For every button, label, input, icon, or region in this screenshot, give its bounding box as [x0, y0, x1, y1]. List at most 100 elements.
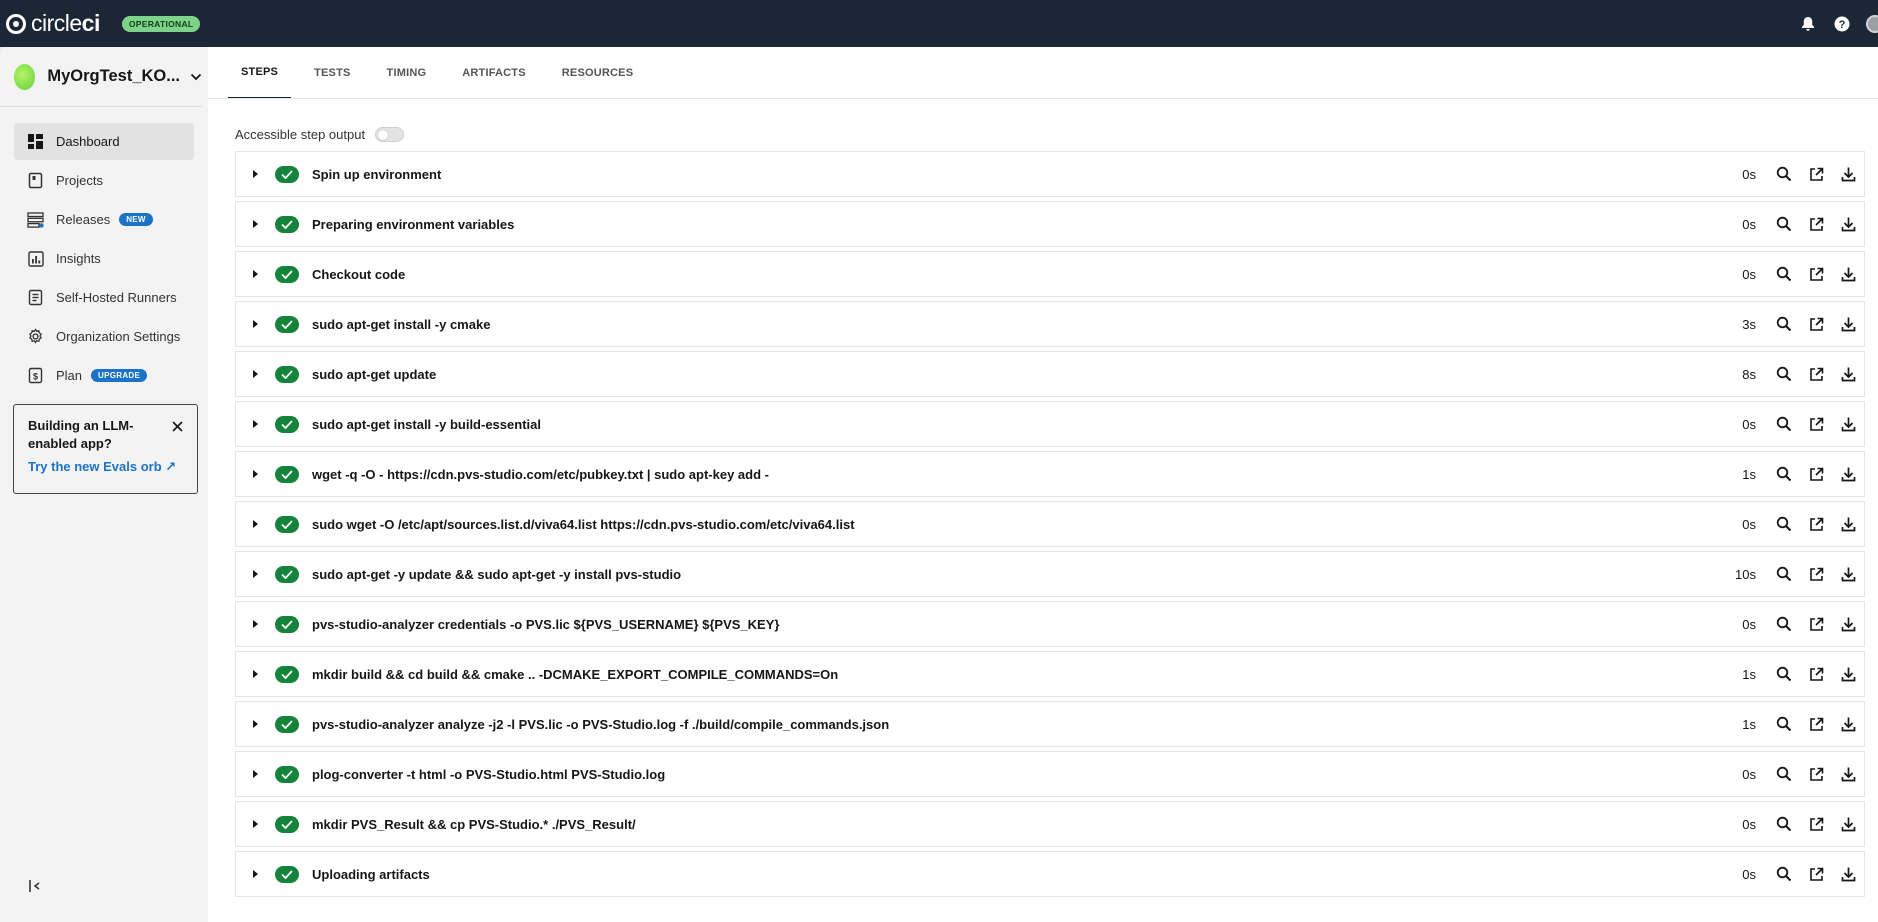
expand-caret-icon[interactable]: [253, 270, 258, 278]
step-row[interactable]: Spin up environment 0s: [235, 151, 1865, 197]
expand-caret-icon[interactable]: [253, 520, 258, 528]
expand-caret-icon[interactable]: [253, 470, 258, 478]
download-icon[interactable]: [1832, 702, 1864, 746]
expand-caret-icon[interactable]: [253, 170, 258, 178]
search-icon[interactable]: [1768, 702, 1800, 746]
download-icon[interactable]: [1832, 352, 1864, 396]
search-icon[interactable]: [1768, 302, 1800, 346]
expand-caret-icon[interactable]: [253, 670, 258, 678]
open-external-icon[interactable]: [1800, 652, 1832, 696]
search-icon[interactable]: [1768, 452, 1800, 496]
sidebar-item-plan[interactable]: $ Plan UPGRADE: [14, 357, 194, 394]
circleci-logo[interactable]: circleci: [6, 10, 100, 37]
search-icon[interactable]: [1768, 402, 1800, 446]
open-external-icon[interactable]: [1800, 302, 1832, 346]
expand-caret-icon[interactable]: [253, 720, 258, 728]
step-row[interactable]: Preparing environment variables 0s: [235, 201, 1865, 247]
step-row[interactable]: pvs-studio-analyzer analyze -j2 -l PVS.l…: [235, 701, 1865, 747]
expand-caret-icon[interactable]: [253, 370, 258, 378]
search-icon[interactable]: [1768, 552, 1800, 596]
expand-caret-icon[interactable]: [253, 320, 258, 328]
tab-timing[interactable]: TIMING: [374, 47, 440, 99]
open-external-icon[interactable]: [1800, 702, 1832, 746]
expand-caret-icon[interactable]: [253, 820, 258, 828]
expand-caret-icon[interactable]: [253, 220, 258, 228]
search-icon[interactable]: [1768, 202, 1800, 246]
search-icon[interactable]: [1768, 852, 1800, 896]
evals-orb-link[interactable]: Try the new Evals orb ↗: [28, 459, 183, 475]
sidebar-item-dashboard[interactable]: Dashboard: [14, 123, 194, 160]
sidebar-item-organization-settings[interactable]: Organization Settings: [14, 318, 194, 355]
open-external-icon[interactable]: [1800, 752, 1832, 796]
help-icon[interactable]: ?: [1832, 14, 1852, 34]
search-icon[interactable]: [1768, 252, 1800, 296]
search-icon[interactable]: [1768, 602, 1800, 646]
open-external-icon[interactable]: [1800, 252, 1832, 296]
download-icon[interactable]: [1832, 502, 1864, 546]
search-icon[interactable]: [1768, 802, 1800, 846]
download-icon[interactable]: [1832, 202, 1864, 246]
step-duration: 1s: [1742, 666, 1756, 682]
tab-resources[interactable]: RESOURCES: [549, 47, 646, 99]
step-row[interactable]: wget -q -O - https://cdn.pvs-studio.com/…: [235, 451, 1865, 497]
sidebar-item-self-hosted-runners[interactable]: Self-Hosted Runners: [14, 279, 194, 316]
download-icon[interactable]: [1832, 652, 1864, 696]
step-row[interactable]: Checkout code 0s: [235, 251, 1865, 297]
search-icon[interactable]: [1768, 502, 1800, 546]
open-external-icon[interactable]: [1800, 402, 1832, 446]
sidebar-item-releases[interactable]: Releases NEW: [14, 201, 194, 238]
success-check-icon: [275, 615, 299, 633]
step-row[interactable]: sudo apt-get install -y cmake 3s: [235, 301, 1865, 347]
upgrade-badge[interactable]: UPGRADE: [91, 369, 148, 382]
step-row[interactable]: sudo apt-get update 8s: [235, 351, 1865, 397]
search-icon[interactable]: [1768, 652, 1800, 696]
open-external-icon[interactable]: [1800, 552, 1832, 596]
open-external-icon[interactable]: [1800, 202, 1832, 246]
step-row[interactable]: sudo apt-get install -y build-essential 0…: [235, 401, 1865, 447]
bell-icon[interactable]: [1798, 14, 1818, 34]
download-icon[interactable]: [1832, 602, 1864, 646]
download-icon[interactable]: [1832, 552, 1864, 596]
step-row[interactable]: pvs-studio-analyzer credentials -o PVS.l…: [235, 601, 1865, 647]
search-icon[interactable]: [1768, 752, 1800, 796]
open-external-icon[interactable]: [1800, 452, 1832, 496]
org-switcher[interactable]: MyOrgTest_KO...: [0, 47, 202, 107]
step-row[interactable]: mkdir PVS_Result && cp PVS-Studio.* ./PV…: [235, 801, 1865, 847]
user-avatar[interactable]: [1866, 14, 1878, 33]
search-icon[interactable]: [1768, 152, 1800, 196]
open-external-icon[interactable]: [1800, 852, 1832, 896]
open-external-icon[interactable]: [1800, 602, 1832, 646]
step-row[interactable]: mkdir build && cd build && cmake .. -DCM…: [235, 651, 1865, 697]
download-icon[interactable]: [1832, 402, 1864, 446]
open-external-icon[interactable]: [1800, 352, 1832, 396]
search-icon[interactable]: [1768, 352, 1800, 396]
expand-caret-icon[interactable]: [253, 570, 258, 578]
step-row[interactable]: sudo wget -O /etc/apt/sources.list.d/viv…: [235, 501, 1865, 547]
open-external-icon[interactable]: [1800, 152, 1832, 196]
open-external-icon[interactable]: [1800, 502, 1832, 546]
sidebar-item-insights[interactable]: Insights: [14, 240, 194, 277]
tab-steps[interactable]: STEPS: [228, 47, 292, 99]
collapse-sidebar-icon[interactable]: [28, 879, 42, 898]
tab-tests[interactable]: TESTS: [301, 47, 363, 99]
accessible-output-toggle[interactable]: [375, 127, 405, 142]
download-icon[interactable]: [1832, 852, 1864, 896]
expand-caret-icon[interactable]: [253, 870, 258, 878]
download-icon[interactable]: [1832, 302, 1864, 346]
expand-caret-icon[interactable]: [253, 620, 258, 628]
expand-caret-icon[interactable]: [253, 770, 258, 778]
close-icon[interactable]: [172, 419, 183, 437]
step-row[interactable]: Uploading artifacts 0s: [235, 851, 1865, 897]
sidebar-item-projects[interactable]: Projects: [14, 162, 194, 199]
download-icon[interactable]: [1832, 752, 1864, 796]
step-row[interactable]: sudo apt-get -y update && sudo apt-get -…: [235, 551, 1865, 597]
expand-caret-icon[interactable]: [253, 420, 258, 428]
step-row[interactable]: plog-converter -t html -o PVS-Studio.htm…: [235, 751, 1865, 797]
tab-artifacts[interactable]: ARTIFACTS: [449, 47, 539, 99]
download-icon[interactable]: [1832, 252, 1864, 296]
download-icon[interactable]: [1832, 152, 1864, 196]
open-external-icon[interactable]: [1800, 802, 1832, 846]
status-badge[interactable]: OPERATIONAL: [121, 15, 201, 32]
download-icon[interactable]: [1832, 802, 1864, 846]
download-icon[interactable]: [1832, 452, 1864, 496]
